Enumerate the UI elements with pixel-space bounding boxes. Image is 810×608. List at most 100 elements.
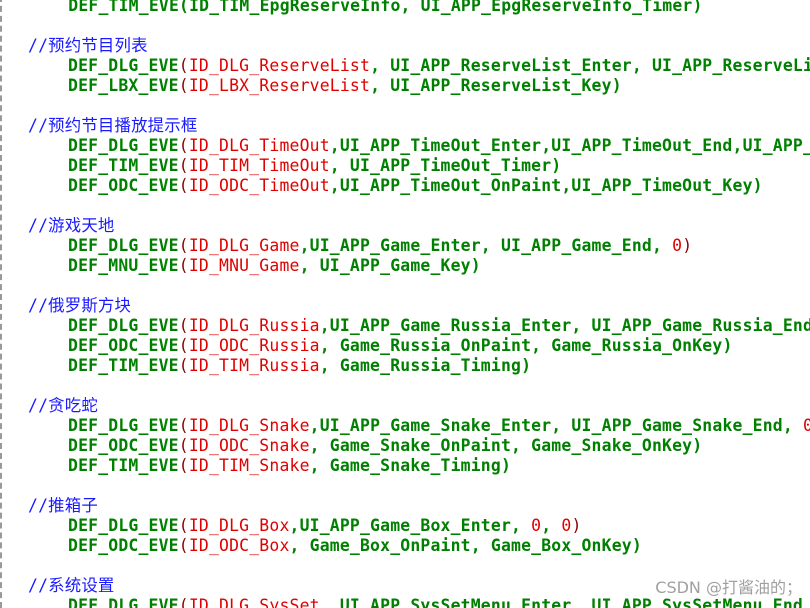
event-args: , Game_Snake_OnPaint, Game_Snake_OnKey) bbox=[309, 436, 703, 455]
comment-text: //推箱子 bbox=[28, 496, 98, 515]
macro-name: DEF_ODC_EVE bbox=[68, 436, 179, 455]
code-text: //系统设置 bbox=[28, 576, 115, 596]
event-id: ID_DLG_Box bbox=[188, 516, 290, 535]
event-id: ID_DLG_Snake bbox=[188, 416, 310, 435]
code-text: //预约节目播放提示框 bbox=[28, 116, 197, 136]
code-line[interactable] bbox=[2, 196, 810, 216]
macro-name: DEF_ODC_EVE bbox=[68, 336, 179, 355]
code-line[interactable]: DEF_ODC_EVE(ID_ODC_TimeOut,UI_APP_TimeOu… bbox=[2, 176, 810, 196]
code-line[interactable] bbox=[2, 376, 810, 396]
code-text: //游戏天地 bbox=[28, 216, 115, 236]
code-line[interactable]: DEF_MNU_EVE(ID_MNU_Game, UI_APP_Game_Key… bbox=[2, 256, 810, 276]
event-id: ID_TIM_Russia bbox=[188, 356, 320, 375]
event-args: , Game_Russia_OnPaint, Game_Russia_OnKey… bbox=[319, 336, 733, 355]
macro-name: DEF_ODC_EVE bbox=[68, 176, 179, 195]
comment-text: //俄罗斯方块 bbox=[28, 296, 132, 315]
number-literal: 0 bbox=[672, 236, 683, 255]
code-line[interactable]: DEF_DLG_EVE(ID_DLG_Game,UI_APP_Game_Ente… bbox=[2, 236, 810, 256]
code-line[interactable]: //俄罗斯方块 bbox=[2, 296, 810, 316]
macro-name: DEF_LBX_EVE bbox=[68, 76, 179, 95]
macro-name: DEF_MNU_EVE bbox=[68, 256, 179, 275]
event-args: , Game_Russia_Timing) bbox=[319, 356, 532, 375]
event-id: ID_ODC_Box bbox=[188, 536, 290, 555]
comment-text: //系统设置 bbox=[28, 576, 115, 595]
code-text: DEF_ODC_EVE(ID_ODC_TimeOut,UI_APP_TimeOu… bbox=[68, 176, 763, 195]
code-line[interactable]: DEF_ODC_EVE(ID_ODC_Snake, Game_Snake_OnP… bbox=[2, 436, 810, 456]
event-id: ID_TIM_Snake bbox=[188, 456, 310, 475]
code-text: DEF_DLG_EVE(ID_DLG_TimeOut,UI_APP_TimeOu… bbox=[28, 136, 810, 156]
macro-name: DEF_TIM_EVE bbox=[68, 356, 179, 375]
code-line[interactable] bbox=[2, 276, 810, 296]
event-args: ,UI_APP_Game_Enter, UI_APP_Game_End, bbox=[299, 236, 673, 255]
code-text: DEF_TIM_EVE(ID_TIM_Snake, Game_Snake_Tim… bbox=[68, 456, 512, 475]
macro-name: DEF_TIM_EVE bbox=[68, 456, 179, 475]
code-text: DEF_ODC_EVE(ID_ODC_Box, Game_Box_OnPaint… bbox=[68, 536, 642, 555]
code-line[interactable] bbox=[2, 556, 810, 576]
code-editor[interactable]: DEF_TIM_EVE(ID_TIM_EpgReserveInfo, UI_AP… bbox=[0, 0, 810, 608]
code-line[interactable]: DEF_LBX_EVE(ID_LBX_ReserveList, UI_APP_R… bbox=[2, 76, 810, 96]
code-text: //俄罗斯方块 bbox=[28, 296, 131, 316]
event-id: ID_DLG_TimeOut bbox=[188, 136, 330, 155]
partial-line: DEF_TIM_EVE(ID_TIM_EpgReserveInfo, UI_AP… bbox=[28, 0, 703, 15]
code-text: DEF_TIM_EVE(ID_TIM_EpgReserveInfo, UI_AP… bbox=[28, 0, 703, 16]
code-line[interactable]: DEF_TIM_EVE(ID_TIM_TimeOut, UI_APP_TimeO… bbox=[2, 156, 810, 176]
code-line[interactable]: DEF_DLG_EVE(ID_DLG_TimeOut,UI_APP_TimeOu… bbox=[2, 136, 810, 156]
code-line[interactable]: DEF_TIM_EVE(ID_TIM_Russia, Game_Russia_T… bbox=[2, 356, 810, 376]
event-args: , UI_APP_Game_Key) bbox=[299, 256, 481, 275]
code-line[interactable]: DEF_TIM_EVE(ID_TIM_EpgReserveInfo, UI_AP… bbox=[2, 0, 810, 16]
event-args: ,UI_APP_TimeOut_OnPaint,UI_APP_TimeOut_K… bbox=[329, 176, 763, 195]
event-id: ID_ODC_Snake bbox=[188, 436, 310, 455]
code-text: DEF_MNU_EVE(ID_MNU_Game, UI_APP_Game_Key… bbox=[68, 256, 481, 275]
code-line[interactable]: DEF_ODC_EVE(ID_ODC_Russia, Game_Russia_O… bbox=[2, 336, 810, 356]
code-line[interactable]: //游戏天地 bbox=[2, 216, 810, 236]
macro-name: DEF_DLG_EVE bbox=[68, 136, 179, 155]
comment-text: //游戏天地 bbox=[28, 216, 115, 235]
event-id: ID_LBX_ReserveList bbox=[188, 76, 371, 95]
code-text: DEF_TIM_EVE(ID_TIM_TimeOut, UI_APP_TimeO… bbox=[68, 156, 562, 175]
code-text: //预约节目列表 bbox=[28, 36, 148, 56]
macro-name: DEF_DLG_EVE bbox=[68, 316, 179, 335]
code-line[interactable]: //推箱子 bbox=[2, 496, 810, 516]
code-text: DEF_LBX_EVE(ID_LBX_ReserveList, UI_APP_R… bbox=[68, 76, 622, 95]
event-args: ,UI_APP_Game_Box_Enter, bbox=[289, 516, 532, 535]
number-literal: 0 bbox=[561, 516, 572, 535]
event-id: ID_TIM_TimeOut bbox=[188, 156, 330, 175]
event-args: ,UI_APP_Game_Russia_Enter, UI_APP_Game_R… bbox=[319, 316, 810, 335]
code-line[interactable]: //贪吃蛇 bbox=[2, 396, 810, 416]
code-text: DEF_ODC_EVE(ID_ODC_Snake, Game_Snake_OnP… bbox=[68, 436, 703, 455]
code-line[interactable] bbox=[2, 476, 810, 496]
event-id: ID_MNU_Game bbox=[188, 256, 300, 275]
code-line[interactable]: //预约节目列表 bbox=[2, 36, 810, 56]
number-literal: 0 bbox=[803, 416, 810, 435]
macro-name: DEF_TIM_EVE bbox=[68, 156, 179, 175]
code-text: DEF_DLG_EVE(ID_DLG_Game,UI_APP_Game_Ente… bbox=[68, 236, 693, 255]
code-text: DEF_DLG_EVE(ID_DLG_Box,UI_APP_Game_Box_E… bbox=[68, 516, 582, 535]
code-text: DEF_ODC_EVE(ID_ODC_Russia, Game_Russia_O… bbox=[68, 336, 733, 355]
comment-text: //预约节目播放提示框 bbox=[28, 116, 198, 135]
event-id: ID_DLG_SysSet bbox=[188, 596, 320, 608]
code-line[interactable]: DEF_DLG_EVE(ID_DLG_Russia,UI_APP_Game_Ru… bbox=[2, 316, 810, 336]
code-text: DEF_DLG_EVE(ID_DLG_Snake,UI_APP_Game_Sna… bbox=[28, 416, 810, 436]
event-args: ,UI_APP_TimeOut_Enter,UI_APP_TimeOut_End… bbox=[329, 136, 810, 155]
event-args: ,UI_APP_Game_Snake_Enter, UI_APP_Game_Sn… bbox=[309, 416, 803, 435]
event-args: , Game_Snake_Timing) bbox=[309, 456, 512, 475]
event-args: , UI_APP_TimeOut_Timer) bbox=[329, 156, 562, 175]
code-line[interactable]: DEF_TIM_EVE(ID_TIM_Snake, Game_Snake_Tim… bbox=[2, 456, 810, 476]
code-line[interactable]: DEF_DLG_EVE(ID_DLG_ReserveList, UI_APP_R… bbox=[2, 56, 810, 76]
code-text: DEF_DLG_EVE(ID_DLG_Russia,UI_APP_Game_Ru… bbox=[28, 316, 810, 336]
comment-text: //贪吃蛇 bbox=[28, 396, 98, 415]
code-text: DEF_DLG_EVE(ID_DLG_ReserveList, UI_APP_R… bbox=[28, 56, 810, 76]
code-line[interactable]: DEF_DLG_EVE(ID_DLG_Box,UI_APP_Game_Box_E… bbox=[2, 516, 810, 536]
code-text: DEF_TIM_EVE(ID_TIM_Russia, Game_Russia_T… bbox=[68, 356, 532, 375]
code-line[interactable]: DEF_ODC_EVE(ID_ODC_Box, Game_Box_OnPaint… bbox=[2, 536, 810, 556]
event-id: ID_DLG_Russia bbox=[188, 316, 320, 335]
event-args: , UI_APP_ReserveList_Key) bbox=[370, 76, 622, 95]
code-line[interactable] bbox=[2, 16, 810, 36]
event-id: ID_ODC_Russia bbox=[188, 336, 320, 355]
macro-name: DEF_DLG_EVE bbox=[68, 56, 179, 75]
code-line[interactable] bbox=[2, 96, 810, 116]
code-line[interactable]: //预约节目播放提示框 bbox=[2, 116, 810, 136]
code-line[interactable]: DEF_DLG_EVE(ID_DLG_Snake,UI_APP_Game_Sna… bbox=[2, 416, 810, 436]
code-text: //贪吃蛇 bbox=[28, 396, 98, 416]
macro-name: DEF_DLG_EVE bbox=[68, 416, 179, 435]
